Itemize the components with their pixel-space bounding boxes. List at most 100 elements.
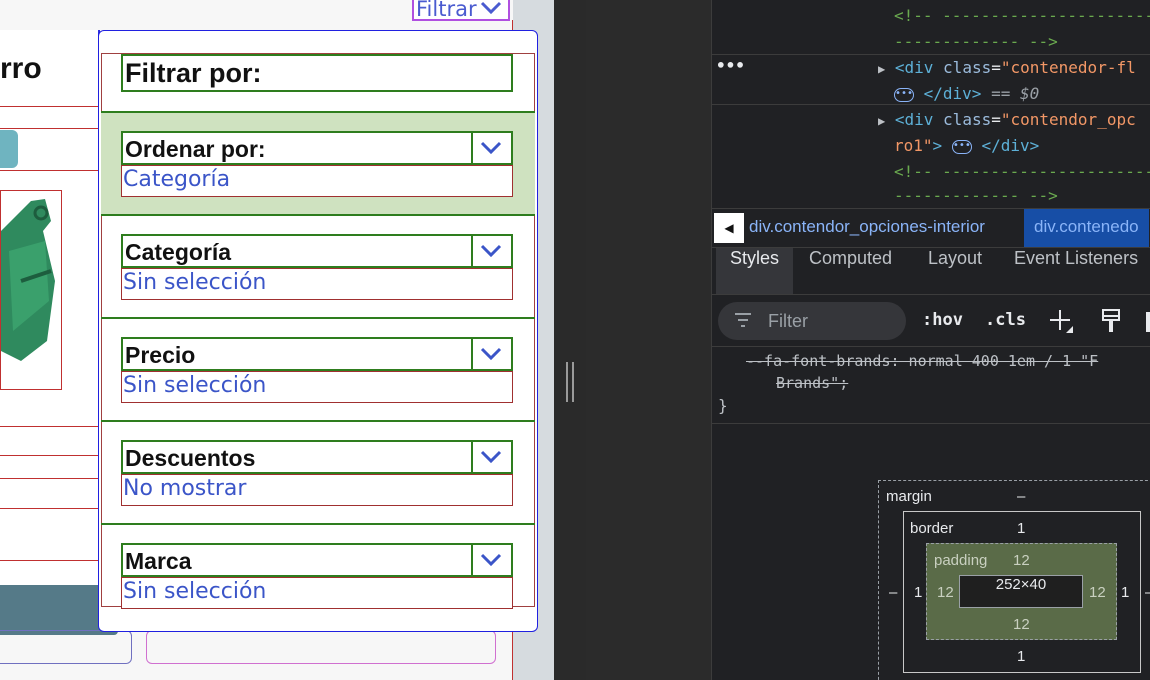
padding-top-value[interactable]: 12 bbox=[1013, 552, 1030, 569]
section-header[interactable]: Ordenar por: bbox=[121, 131, 513, 165]
toolbar-divider bbox=[712, 346, 1150, 347]
tab-styles[interactable]: Styles bbox=[716, 248, 794, 294]
padding-right-value[interactable]: 12 bbox=[1089, 584, 1106, 601]
divider bbox=[471, 339, 473, 369]
divider bbox=[471, 133, 473, 163]
filter-placeholder: Filter bbox=[768, 311, 808, 331]
selected-node-marker: == $0 bbox=[991, 84, 1040, 103]
attr-name: class bbox=[943, 110, 992, 129]
sidebar-toggle-icon[interactable] bbox=[1146, 312, 1150, 332]
tab-computed[interactable]: Computed bbox=[809, 248, 892, 294]
node-more-icon[interactable]: ••• bbox=[716, 56, 745, 75]
cls-button[interactable]: .cls bbox=[985, 310, 1026, 330]
styles-filter-input[interactable]: Filter bbox=[718, 302, 906, 340]
html-comment: ------------- --> bbox=[894, 186, 1058, 205]
outline-line bbox=[0, 455, 98, 456]
filter-section-marca[interactable]: Marca Sin selección bbox=[101, 523, 535, 626]
css-rule-close: } bbox=[718, 396, 728, 415]
filter-toggle-button[interactable]: Filtrar bbox=[412, 0, 510, 21]
section-value[interactable]: Sin selección bbox=[121, 371, 513, 403]
border-right-value[interactable]: 1 bbox=[1121, 584, 1129, 601]
border-bottom-value[interactable]: 1 bbox=[1017, 648, 1025, 665]
outline-line bbox=[0, 478, 98, 479]
product-image[interactable] bbox=[0, 190, 62, 390]
css-property-cont: Brands"; bbox=[776, 374, 848, 392]
tab-event-listeners[interactable]: Event Listeners bbox=[1014, 248, 1138, 294]
dom-node-selected[interactable]: ▶ <div class="contenedor-fl bbox=[878, 58, 1136, 77]
border-top-value[interactable]: 1 bbox=[1017, 520, 1025, 537]
collapsed-children-icon[interactable]: ••• bbox=[951, 139, 972, 154]
dom-node[interactable]: ▶ <div class="contendor_opc bbox=[878, 110, 1136, 129]
grip-line bbox=[572, 362, 574, 402]
background-button[interactable] bbox=[0, 130, 18, 168]
divider bbox=[471, 545, 473, 575]
margin-left-value[interactable]: – bbox=[889, 584, 897, 601]
section-header[interactable]: Precio bbox=[121, 337, 513, 371]
breadcrumb-item[interactable]: div.contendor_opciones-interior bbox=[749, 217, 985, 237]
section-header[interactable]: Categoría bbox=[121, 234, 513, 268]
breadcrumb: ◀ div.contendor_opciones-interior div.co… bbox=[712, 208, 1150, 248]
web-page-viewport: Filtrar rro Filtrar por: Ordenar por: Ca… bbox=[0, 0, 554, 680]
section-value[interactable]: Categoría bbox=[121, 165, 513, 197]
section-label: Marca bbox=[125, 548, 192, 574]
expand-triangle-icon[interactable]: ▶ bbox=[878, 62, 885, 76]
attr-name: class bbox=[943, 58, 992, 77]
border-label: border bbox=[910, 520, 954, 537]
section-value[interactable]: No mostrar bbox=[121, 474, 513, 506]
devtools-resize-handle[interactable] bbox=[554, 0, 586, 680]
selected-node-divider bbox=[712, 104, 1150, 105]
paint-brush-icon[interactable] bbox=[1100, 308, 1122, 338]
devtools-gutter bbox=[586, 0, 712, 680]
product-card[interactable] bbox=[146, 630, 496, 664]
padding-label: padding bbox=[934, 552, 988, 569]
padding-left-value[interactable]: 12 bbox=[937, 584, 954, 601]
margin-top-value[interactable]: – bbox=[1017, 488, 1025, 505]
attr-value: "contenedor-fl bbox=[1000, 58, 1136, 77]
filter-section-precio[interactable]: Precio Sin selección bbox=[101, 317, 535, 420]
outline-line bbox=[0, 170, 98, 171]
rule-divider bbox=[712, 423, 1150, 424]
chevron-down-icon bbox=[480, 0, 502, 22]
section-value[interactable]: Sin selección bbox=[121, 268, 513, 300]
chevron-down-icon[interactable] bbox=[479, 135, 503, 159]
section-label: Precio bbox=[125, 342, 196, 368]
tag-name: <div bbox=[894, 58, 934, 77]
section-header[interactable]: Descuentos bbox=[121, 440, 513, 474]
filter-section-ordenar[interactable]: Ordenar por: Categoría bbox=[101, 111, 535, 214]
styles-tab-bar: Styles Computed Layout Event Listeners bbox=[712, 248, 1150, 294]
outline-line bbox=[0, 106, 98, 107]
margin-right-value[interactable]: – bbox=[1145, 584, 1150, 601]
selected-node-divider bbox=[712, 54, 1150, 55]
chevron-down-icon[interactable] bbox=[479, 238, 503, 262]
modal-title: Filtrar por: bbox=[121, 54, 513, 92]
breadcrumb-scroll-left-icon[interactable]: ◀ bbox=[714, 213, 744, 243]
padding-bottom-value[interactable]: 12 bbox=[1013, 616, 1030, 633]
collapsed-children-icon[interactable]: ••• bbox=[894, 87, 914, 102]
expand-triangle-icon[interactable]: ▶ bbox=[878, 114, 885, 128]
tab-layout[interactable]: Layout bbox=[928, 248, 982, 294]
dom-node-cont: ro1"> ••• </div> bbox=[894, 136, 1040, 155]
section-label: Descuentos bbox=[125, 445, 256, 471]
chevron-down-icon[interactable] bbox=[479, 444, 503, 468]
filter-section-categoria[interactable]: Categoría Sin selección bbox=[101, 214, 535, 317]
section-header[interactable]: Marca bbox=[121, 543, 513, 577]
add-style-rule-icon[interactable] bbox=[1048, 308, 1074, 338]
outline-line bbox=[0, 508, 98, 509]
hov-button[interactable]: :hov bbox=[922, 310, 963, 330]
product-card[interactable] bbox=[0, 630, 132, 664]
box-model-content[interactable]: 252×40 bbox=[959, 575, 1083, 608]
breadcrumb-item-active[interactable]: div.contenedo bbox=[1024, 209, 1149, 247]
chevron-down-icon[interactable] bbox=[479, 341, 503, 365]
section-value[interactable]: Sin selección bbox=[121, 577, 513, 609]
section-label: Ordenar por: bbox=[125, 136, 266, 162]
html-comment: ------------- --> bbox=[894, 32, 1058, 51]
divider bbox=[471, 442, 473, 472]
styles-toolbar: Filter :hov .cls bbox=[712, 296, 1150, 348]
css-declaration: Brands"; bbox=[776, 374, 849, 392]
attr-value: ro1" bbox=[894, 136, 933, 155]
border-left-value[interactable]: 1 bbox=[914, 584, 922, 601]
chevron-down-icon[interactable] bbox=[479, 547, 503, 571]
filter-section-descuentos[interactable]: Descuentos No mostrar bbox=[101, 420, 535, 523]
css-property[interactable]: --fa-font-brands: normal 400 1em / 1 "F bbox=[746, 352, 1098, 370]
section-label: Categoría bbox=[125, 239, 232, 265]
